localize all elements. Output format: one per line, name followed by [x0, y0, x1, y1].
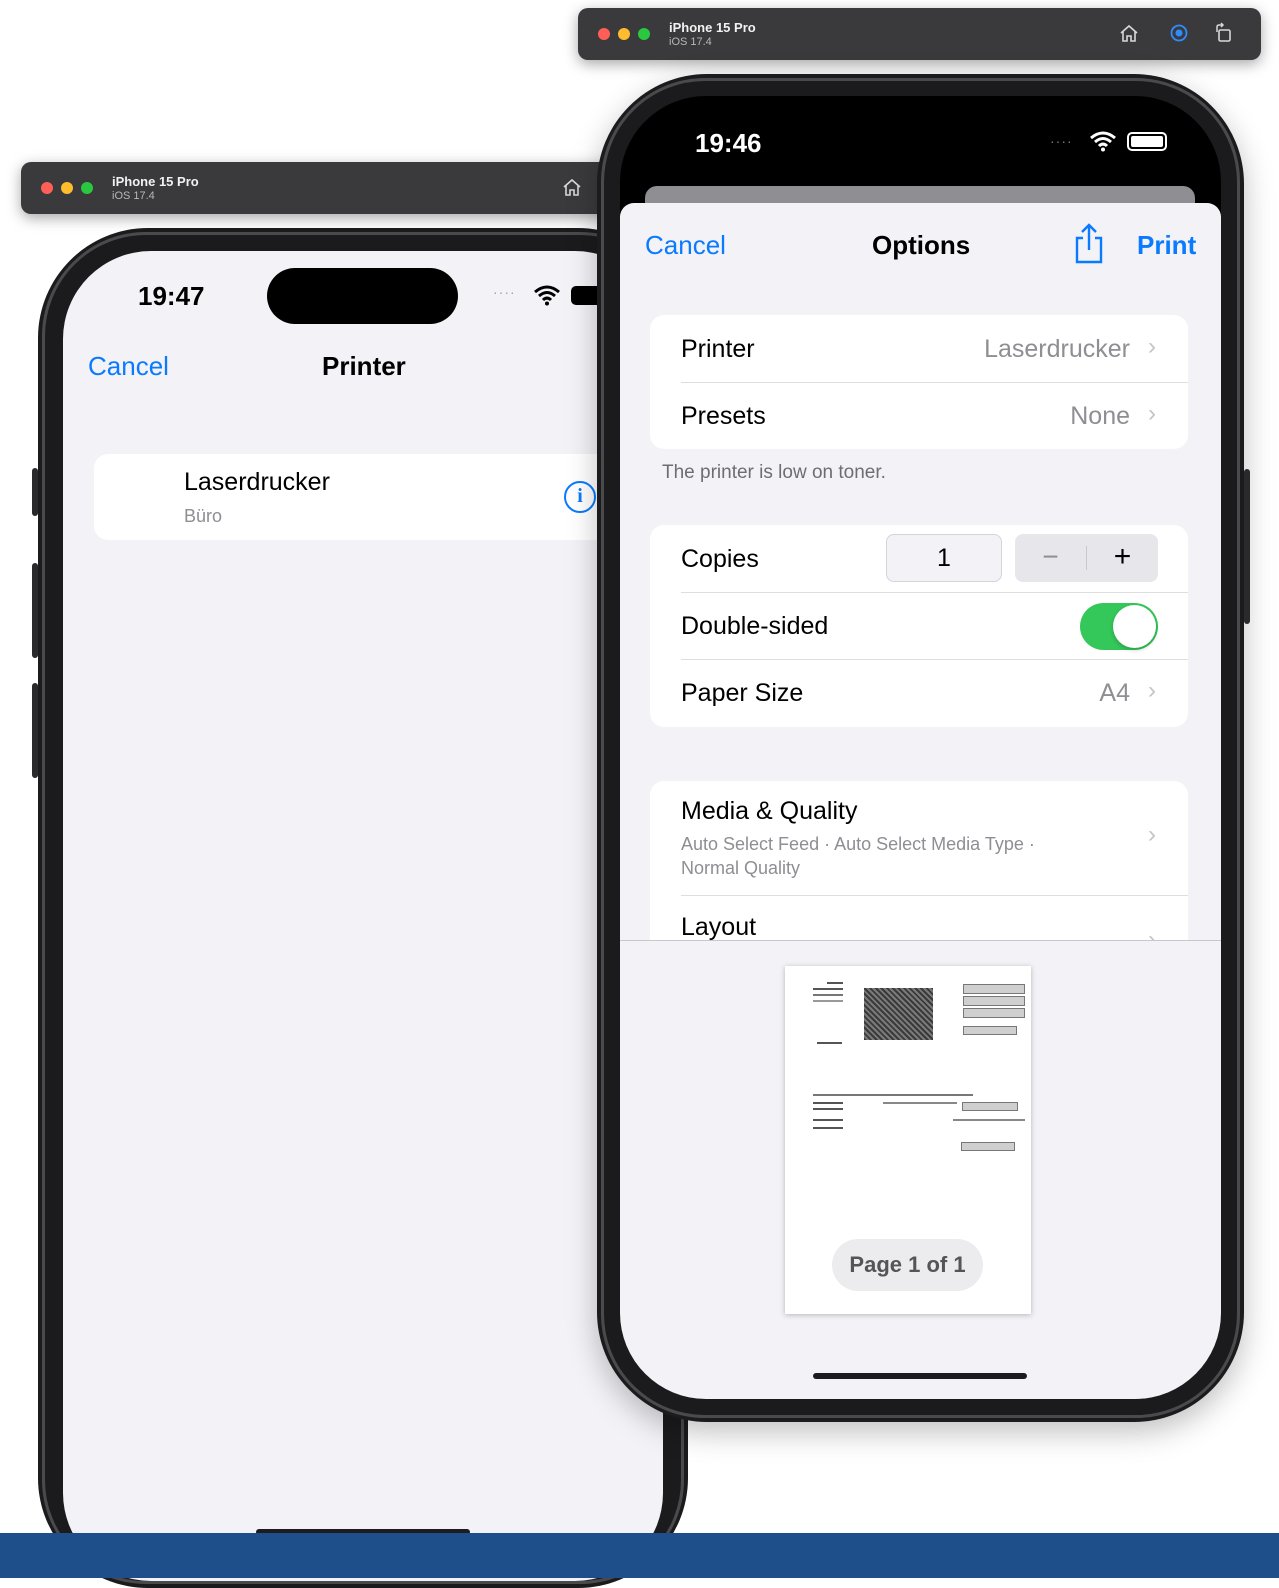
double-sided-label: Double-sided	[681, 612, 829, 640]
page-indicator-label: Page 1 of 1	[849, 1252, 966, 1277]
minimize-window-button[interactable]	[61, 182, 73, 194]
simulator-device-name: iPhone 15 Pro	[112, 174, 199, 189]
decrement-button[interactable]: −	[1015, 534, 1086, 582]
print-button[interactable]: Print	[1137, 230, 1196, 261]
zoom-window-button[interactable]	[638, 28, 650, 40]
copies-value: 1	[937, 544, 951, 572]
wifi-icon	[1089, 130, 1117, 152]
options-sheet: Cancel Options Print Printer Laserdrucke…	[620, 203, 1221, 1399]
info-icon[interactable]: i	[564, 481, 596, 513]
page-title: Options	[872, 230, 971, 260]
media-quality-label: Media & Quality	[681, 797, 858, 825]
wifi-icon	[533, 284, 561, 306]
cancel-button[interactable]: Cancel	[88, 351, 169, 382]
home-indicator	[813, 1373, 1027, 1379]
battery-icon	[1127, 132, 1167, 151]
close-window-button[interactable]	[41, 182, 53, 194]
presets-value: None	[1070, 402, 1130, 430]
toggle-knob	[1113, 605, 1156, 648]
print-preview-page[interactable]: Page 1 of 1	[785, 966, 1031, 1314]
printer-list-item[interactable]: Laserdrucker Büro i	[94, 454, 654, 540]
paper-size-label: Paper Size	[681, 679, 804, 707]
front-phone-screen: 19:46 ···· Cancel Options Print Printer …	[620, 96, 1221, 1399]
more-settings-group: Media & Quality Auto Select Feed · Auto …	[650, 781, 1188, 940]
chevron-right-icon: ›	[1148, 821, 1156, 848]
rotate-icon[interactable]	[1213, 22, 1235, 44]
paper-size-row[interactable]: Paper Size A4 ›	[650, 660, 1188, 727]
status-time: 19:46	[695, 128, 762, 158]
increment-button[interactable]: +	[1087, 534, 1158, 582]
zoom-window-button[interactable]	[81, 182, 93, 194]
printer-name: Laserdrucker	[184, 468, 330, 496]
back-phone-screen: 19:47 ···· Cancel Printer Laserdrucker B…	[63, 251, 663, 1581]
chevron-right-icon: ›	[1148, 926, 1156, 940]
simulator-os-version: iOS 17.4	[112, 190, 155, 202]
copies-stepper: − +	[1015, 534, 1158, 582]
presets-row[interactable]: Presets None ›	[650, 382, 1188, 449]
dynamic-island	[267, 268, 458, 324]
page-title: Printer	[322, 351, 406, 381]
home-icon[interactable]	[561, 176, 583, 198]
page-indicator: Page 1 of 1	[832, 1239, 983, 1291]
layout-label: Layout	[681, 913, 757, 940]
media-quality-detail: Auto Select Feed · Auto Select Media Typ…	[681, 834, 1035, 854]
simulator-os-version: iOS 17.4	[669, 36, 712, 48]
copies-label: Copies	[681, 545, 759, 573]
media-quality-row[interactable]: Media & Quality Auto Select Feed · Auto …	[650, 781, 1188, 895]
copies-field[interactable]: 1	[886, 534, 1002, 582]
double-sided-toggle[interactable]	[1080, 603, 1158, 650]
simulator-title-bar-back: iPhone 15 Pro iOS 17.4	[21, 162, 621, 214]
home-icon[interactable]	[1118, 22, 1140, 44]
presets-label: Presets	[681, 402, 766, 430]
printer-settings-group: Printer Laserdrucker › Presets None ›	[650, 315, 1188, 449]
close-window-button[interactable]	[598, 28, 610, 40]
screenshot-icon[interactable]	[1169, 23, 1189, 43]
share-icon[interactable]	[1072, 223, 1106, 265]
media-quality-detail-2: Normal Quality	[681, 858, 801, 878]
printer-row[interactable]: Printer Laserdrucker ›	[650, 315, 1188, 382]
chevron-right-icon: ›	[1148, 677, 1156, 704]
cancel-button[interactable]: Cancel	[645, 230, 726, 261]
bottom-banner	[0, 1533, 1279, 1578]
status-time: 19:47	[138, 281, 205, 311]
printer-location: Büro	[184, 506, 223, 526]
printer-value: Laserdrucker	[984, 335, 1130, 363]
more-settings-clip: Media & Quality Auto Select Feed · Auto …	[620, 763, 1221, 940]
front-phone-frame: 19:46 ···· Cancel Options Print Printer …	[597, 74, 1250, 1422]
cellular-signal-icon: ····	[1050, 133, 1073, 149]
toner-warning: The printer is low on toner.	[662, 462, 886, 483]
chevron-right-icon: ›	[1148, 333, 1156, 360]
print-settings-group: Copies 1 − + Double-sided Paper Size A4 …	[650, 525, 1188, 727]
minimize-window-button[interactable]	[618, 28, 630, 40]
preview-text-lines	[813, 982, 843, 1012]
back-phone-frame: 19:47 ···· Cancel Printer Laserdrucker B…	[32, 228, 688, 1588]
chevron-right-icon: ›	[1148, 400, 1156, 427]
simulator-device-name: iPhone 15 Pro	[669, 20, 756, 35]
paper-size-value: A4	[1099, 679, 1130, 707]
simulator-title-bar-front: iPhone 15 Pro iOS 17.4	[578, 8, 1261, 60]
cellular-signal-icon: ····	[493, 284, 516, 300]
layout-row[interactable]: Layout ›	[650, 896, 1188, 940]
printer-label: Printer	[681, 335, 755, 363]
preview-thumbnail-image	[864, 988, 933, 1040]
